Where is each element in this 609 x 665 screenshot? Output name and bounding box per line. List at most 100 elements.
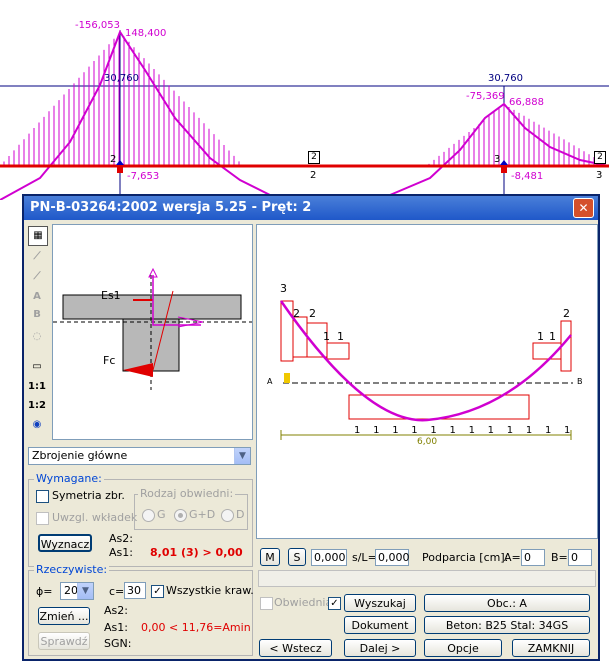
all-edges-checkbox[interactable]: ✓	[151, 585, 164, 598]
toolbar-view-icon[interactable]: ▦	[28, 226, 48, 246]
stirrup-label: 1	[449, 425, 456, 436]
as1-actual-label: As1:	[104, 621, 128, 634]
span-box-left: 2	[308, 151, 320, 164]
check-button[interactable]: Sprawdź	[38, 632, 90, 650]
dialog-title: PN-B-03264:2002 wersja 5.25 - Pręt: 2	[30, 200, 312, 215]
s-button[interactable]: S	[288, 548, 306, 566]
beam-label-2: 2	[293, 307, 300, 320]
span-length: 6,00	[417, 437, 438, 447]
label-fc: Fc	[103, 354, 116, 367]
beam-label-6: 1	[537, 330, 544, 343]
phi-label: ϕ=	[36, 585, 53, 598]
options-button[interactable]: Opcje	[424, 639, 502, 657]
support-a-input-label: A=	[504, 551, 521, 564]
back-button[interactable]: < Wstecz	[259, 639, 332, 657]
beam-label-3: 2	[309, 307, 316, 320]
node-label-2: 2	[110, 154, 117, 165]
stirrup-label: 1	[392, 425, 399, 436]
load-case-button[interactable]: Obc.: A	[424, 594, 590, 612]
reinforcement-type-select[interactable]: Zbrojenie główne ▼	[28, 447, 251, 465]
stirrup-label: 1	[354, 425, 361, 436]
symmetry-label: Symetria zbr.	[52, 489, 125, 502]
close-icon[interactable]: ✕	[573, 198, 594, 218]
beam-label-7: 1	[549, 330, 556, 343]
close-button[interactable]: ZAMKNIJ	[512, 639, 590, 657]
stirrup-label: 1	[430, 425, 437, 436]
scale-1-1-button[interactable]: 1:1	[28, 378, 46, 396]
envelope-checkbox[interactable]	[260, 597, 273, 610]
support-a-label: A	[267, 377, 273, 386]
moment-label-left-min: -156,053	[75, 20, 120, 31]
support-b-input[interactable]: 0	[568, 549, 592, 566]
symmetry-checkbox[interactable]	[36, 490, 49, 503]
material-button[interactable]: Beton: B25 Stal: 34GS	[424, 616, 590, 634]
stirrup-labels: 1 1 1 1 1 1 1 1 1 1 1 1	[354, 425, 570, 436]
toolbar-diagram-c-icon[interactable]: A	[28, 288, 46, 306]
node-label-3: 3	[494, 154, 501, 165]
support-b-label: B	[577, 377, 583, 386]
as1-required-label: As1:	[109, 546, 133, 559]
toolbar-diagram-d-icon[interactable]: B	[28, 306, 46, 324]
toolbar-diagram-b-icon[interactable]: ⟋	[28, 268, 46, 286]
stirrup-label: 1	[487, 425, 495, 436]
group-actual-title: Rzeczywiste:	[34, 563, 110, 576]
diameter-select[interactable]: 20 ▼	[60, 582, 94, 600]
moment-label-right-max: 66,888	[509, 97, 544, 108]
position-input[interactable]: 0,000	[311, 549, 347, 566]
toolbar-rotate-icon[interactable]: ◌	[28, 328, 46, 346]
inserts-checkbox[interactable]	[36, 512, 49, 525]
sgn-label: SGN:	[104, 637, 132, 650]
stirrup-label: 1	[525, 425, 533, 436]
group-envelope-title: Rodzaj obwiedni:	[138, 487, 236, 500]
all-edges-label: Wszystkie kraw.	[166, 584, 254, 597]
chevron-down-icon[interactable]: ▼	[234, 448, 250, 464]
search-checkbox[interactable]: ✓	[328, 597, 341, 610]
as2-actual-label: As2:	[104, 604, 128, 617]
support-b-input-label: B=	[551, 551, 568, 564]
next-button[interactable]: Dalej >	[344, 639, 416, 657]
radio-gd[interactable]	[174, 509, 187, 522]
section-view: Es1 Fc	[52, 224, 253, 440]
document-button[interactable]: Dokument	[344, 616, 416, 634]
span-box-right: 2	[594, 151, 606, 164]
beam-label-1: 3	[280, 282, 287, 295]
radio-g[interactable]	[142, 509, 155, 522]
reinforcement-type-value: Zbrojenie główne	[32, 449, 128, 462]
radio-gd-label: G+D	[189, 508, 216, 521]
toolbar-section-icon[interactable]: ▭	[28, 358, 46, 376]
toolbar-info-icon[interactable]: ◉	[28, 416, 46, 434]
sl-input[interactable]: 0,000	[375, 549, 410, 566]
stirrup-label: 1	[373, 425, 380, 436]
stirrup-label: 1	[506, 425, 514, 436]
progress-bar	[258, 570, 596, 587]
beam-view: 3 2 2 1 1 1 1 2 A B 1 1 1 1 1 1 1 1 1 1 …	[256, 224, 598, 539]
stirrup-label: 1	[468, 425, 475, 436]
calculate-button[interactable]: Wyznacz	[38, 534, 92, 552]
shear-label-left: -7,653	[127, 171, 160, 182]
search-button[interactable]: Wyszukaj	[344, 594, 416, 612]
stirrup-label: 1	[411, 425, 418, 436]
moment-label-left-max: 148,400	[125, 28, 167, 39]
support-a-input[interactable]: 0	[521, 549, 545, 566]
radio-d[interactable]	[221, 509, 234, 522]
change-button[interactable]: Zmień ...	[38, 607, 90, 625]
supports-label: Podparcia [cm]:	[422, 551, 509, 564]
group-required-title: Wymagane:	[34, 472, 104, 485]
stirrup-label: 1	[544, 425, 552, 436]
chevron-down-icon[interactable]: ▼	[77, 583, 93, 599]
as1-required-value: 8,01 (3) > 0,00	[150, 546, 243, 559]
node-label-right: 3	[596, 170, 603, 181]
title-bar[interactable]: PN-B-03264:2002 wersja 5.25 - Pręt: 2 ✕	[24, 196, 598, 220]
as2-required-label: As2:	[109, 532, 133, 545]
toolbar-diagram-a-icon[interactable]: ⟋	[28, 248, 46, 266]
radio-d-label: D	[236, 508, 245, 521]
stirrup-label: 1	[564, 425, 571, 436]
reinforcement-dialog: PN-B-03264:2002 wersja 5.25 - Pręt: 2 ✕ …	[22, 194, 600, 661]
moment-label-right-min: -75,369	[466, 91, 505, 102]
shear-label-right: -8,481	[511, 171, 544, 182]
m-button[interactable]: M	[260, 548, 280, 566]
cover-input[interactable]: 30	[124, 582, 146, 599]
scale-1-2-button[interactable]: 1:2	[28, 397, 46, 415]
cover-label: c=	[109, 585, 125, 598]
beam-label-5: 1	[337, 330, 344, 343]
